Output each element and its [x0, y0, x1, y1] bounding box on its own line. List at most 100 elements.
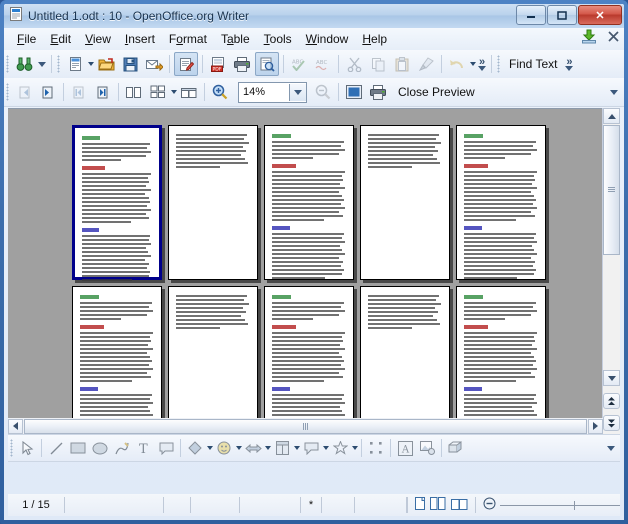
scroll-right-button[interactable]: [588, 418, 603, 434]
zoom-level-value[interactable]: 14%: [239, 84, 289, 101]
close-document-icon[interactable]: [607, 30, 620, 48]
toolbar-grip-2[interactable]: [57, 55, 60, 73]
points-icon[interactable]: [365, 437, 387, 459]
minimize-button[interactable]: [516, 5, 546, 25]
rectangle-icon[interactable]: [67, 437, 89, 459]
stars-dropdown[interactable]: [352, 446, 358, 450]
new-document-dropdown[interactable]: [88, 62, 94, 66]
download-arrow-icon[interactable]: [581, 29, 597, 49]
horizontal-scroll-thumb[interactable]: [24, 418, 587, 434]
insert-mode-cell[interactable]: [191, 497, 240, 513]
ellipse-icon[interactable]: [89, 437, 111, 459]
menu-item-insert[interactable]: Insert: [118, 30, 162, 48]
page-preview-canvas[interactable]: [8, 108, 612, 441]
page-thumbnail[interactable]: [456, 125, 546, 280]
close-preview-button[interactable]: Close Preview: [398, 85, 475, 99]
menu-item-format[interactable]: Format: [162, 30, 214, 48]
menu-item-view[interactable]: View: [78, 30, 118, 48]
full-screen-icon[interactable]: [343, 81, 365, 103]
two-pages-preview-icon[interactable]: [123, 81, 145, 103]
print-preview-icon[interactable]: [255, 52, 279, 76]
text-box-icon[interactable]: T: [133, 437, 155, 459]
new-document-icon[interactable]: [64, 53, 86, 75]
scroll-left-button[interactable]: [8, 418, 23, 434]
find-text-label[interactable]: Find Text: [509, 57, 557, 71]
book-preview-icon[interactable]: [178, 81, 200, 103]
select-arrow-icon[interactable]: [16, 437, 38, 459]
find-replace-binoculars-icon[interactable]: [13, 53, 35, 75]
line-icon[interactable]: [45, 437, 67, 459]
extrusion-on-off-icon[interactable]: [445, 437, 467, 459]
scroll-up-button[interactable]: [603, 108, 620, 124]
stars-icon[interactable]: [329, 437, 351, 459]
clone-formatting-icon[interactable]: [415, 53, 437, 75]
zoom-out-slider-icon[interactable]: [483, 497, 496, 513]
spelling-icon[interactable]: ABC: [288, 53, 310, 75]
language-cell[interactable]: [164, 497, 191, 513]
drawing-toolbar-overflow[interactable]: [605, 436, 617, 460]
email-document-icon[interactable]: [143, 53, 165, 75]
book-view-icon[interactable]: [451, 497, 468, 513]
find-toolbar-overflow[interactable]: »: [563, 52, 575, 76]
standard-toolbar-overflow[interactable]: »: [476, 52, 488, 76]
close-button[interactable]: ✕: [578, 5, 622, 25]
zoom-out-icon[interactable]: [312, 81, 334, 103]
zoom-slider[interactable]: [475, 497, 620, 513]
from-file-icon[interactable]: [416, 437, 438, 459]
edit-file-icon[interactable]: [174, 52, 198, 76]
save-icon[interactable]: [119, 53, 141, 75]
zoom-in-icon[interactable]: [209, 81, 231, 103]
print-icon[interactable]: [231, 53, 253, 75]
menu-item-file[interactable]: File: [10, 30, 43, 48]
block-arrows-icon[interactable]: [242, 437, 264, 459]
copy-icon[interactable]: [367, 53, 389, 75]
previous-page-icon[interactable]: [13, 81, 35, 103]
callout-icon[interactable]: [155, 437, 177, 459]
multiple-pages-preview-icon[interactable]: [147, 81, 169, 103]
vertical-scroll-thumb[interactable]: [603, 125, 620, 255]
maximize-button[interactable]: [547, 5, 577, 25]
first-page-icon[interactable]: [68, 81, 90, 103]
next-page-icon[interactable]: [37, 81, 59, 103]
multi-page-view-icon[interactable]: [430, 497, 446, 513]
zoom-dropdown-arrow[interactable]: [289, 83, 306, 101]
menu-item-tools[interactable]: Tools: [257, 30, 299, 48]
freeform-line-icon[interactable]: [111, 437, 133, 459]
page-thumbnail[interactable]: [360, 125, 450, 280]
page-indicator[interactable]: 1 / 15: [8, 497, 65, 513]
preview-toolbar-grip[interactable]: [6, 83, 9, 101]
find-toolbar-expand[interactable]: [36, 52, 48, 76]
multiple-pages-dropdown[interactable]: [171, 90, 177, 94]
digital-signature-cell[interactable]: [322, 497, 355, 513]
zoom-slider-track[interactable]: [500, 500, 620, 510]
menu-item-help[interactable]: Help: [355, 30, 394, 48]
menu-item-window[interactable]: Window: [299, 30, 356, 48]
menu-item-edit[interactable]: Edit: [43, 30, 78, 48]
open-folder-icon[interactable]: [95, 53, 117, 75]
page-style-cell[interactable]: [65, 497, 164, 513]
drawing-toolbar-grip[interactable]: [10, 439, 13, 457]
flowchart-icon[interactable]: [271, 437, 293, 459]
zoom-level-combobox[interactable]: 14%: [238, 81, 307, 103]
findtoolbar-grip[interactable]: [497, 55, 500, 73]
symbol-shapes-icon[interactable]: [213, 437, 235, 459]
page-thumbnail[interactable]: [168, 125, 258, 280]
menu-item-table[interactable]: Table: [214, 30, 257, 48]
undo-icon[interactable]: [446, 53, 468, 75]
selection-mode-cell[interactable]: [240, 497, 301, 513]
print-document-icon[interactable]: [367, 81, 389, 103]
horizontal-scrollbar[interactable]: [8, 418, 603, 434]
page-thumbnail[interactable]: [264, 125, 354, 280]
basic-shapes-icon[interactable]: [184, 437, 206, 459]
paste-icon[interactable]: [391, 53, 413, 75]
toolbar-grip[interactable]: [6, 55, 9, 73]
next-page-scroll-button[interactable]: [603, 415, 620, 431]
callout-shapes-icon[interactable]: [300, 437, 322, 459]
export-pdf-icon[interactable]: PDF: [207, 53, 229, 75]
scroll-down-button[interactable]: [603, 370, 620, 386]
page-thumbnail[interactable]: [72, 125, 162, 281]
modified-indicator[interactable]: *: [301, 497, 322, 513]
autospellcheck-icon[interactable]: ABC: [312, 53, 334, 75]
previous-page-scroll-button[interactable]: [603, 393, 620, 409]
vertical-scrollbar[interactable]: [602, 108, 620, 440]
